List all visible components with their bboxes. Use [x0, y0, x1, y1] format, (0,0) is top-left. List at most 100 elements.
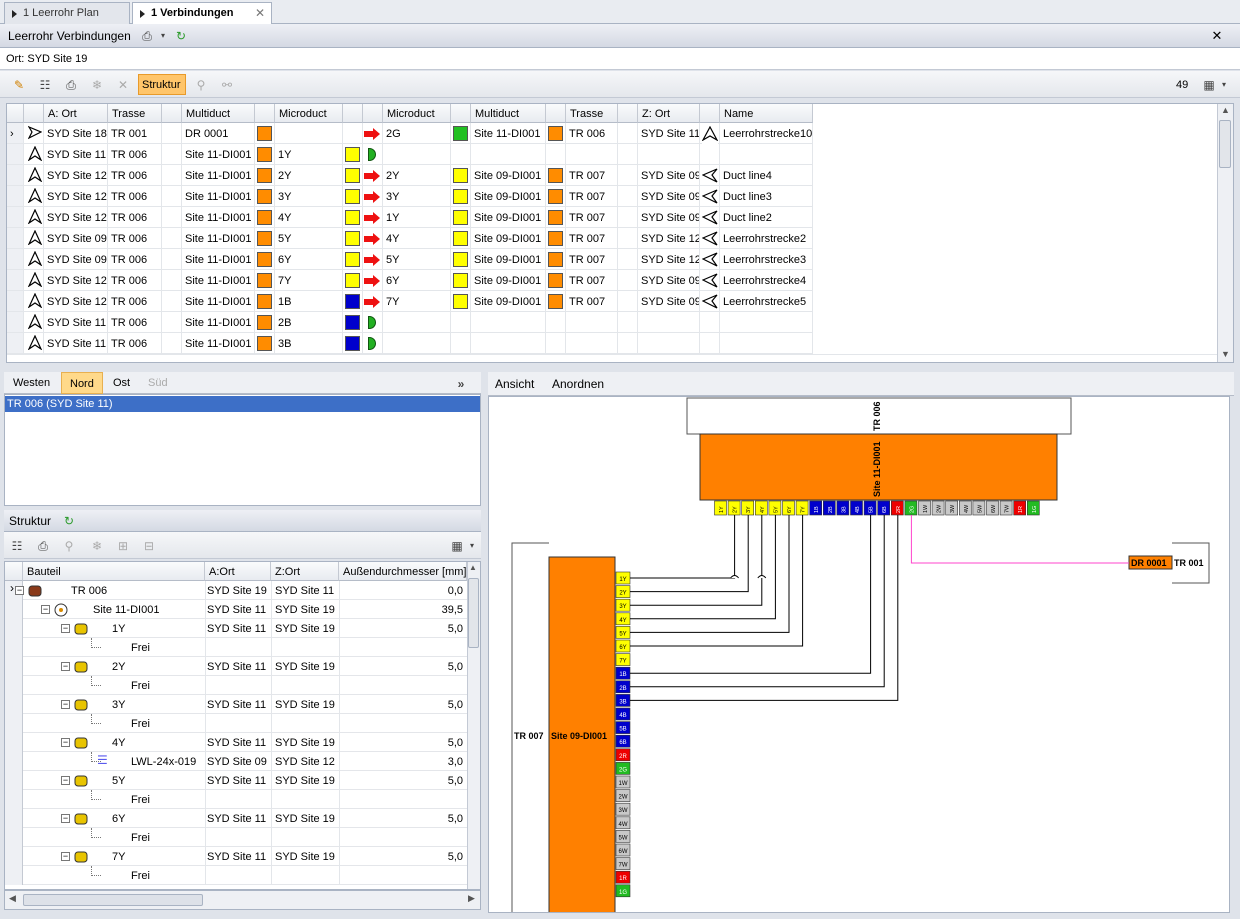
connect-icon[interactable]: ⚲	[62, 539, 76, 553]
scroll-right-icon[interactable]: ▶	[468, 893, 475, 904]
expand-icon[interactable]: ⊞	[116, 539, 130, 553]
column-header[interactable]: Trasse	[566, 104, 618, 123]
collapse-icon[interactable]: −	[61, 776, 70, 785]
row-selector[interactable]	[7, 333, 24, 354]
scroll-thumb[interactable]	[1219, 120, 1231, 168]
column-header[interactable]: Name	[720, 104, 813, 123]
row-selector[interactable]	[5, 714, 23, 733]
row-selector[interactable]	[5, 752, 23, 771]
row-selector[interactable]	[5, 733, 23, 752]
tree-row[interactable]: − 3Y SYD Site 11 SYD Site 19 5,0	[5, 695, 467, 714]
grid-layout-icon[interactable]: ▦	[450, 539, 464, 553]
tree-row[interactable]: Frei	[5, 866, 467, 885]
column-header[interactable]	[7, 104, 24, 123]
column-header[interactable]: Multiduct	[182, 104, 255, 123]
disconnect-icon[interactable]: ⚯	[220, 78, 234, 92]
printer-icon[interactable]: ⎙	[36, 539, 50, 553]
collapse-icon[interactable]: −	[15, 586, 24, 595]
chevron-down-icon[interactable]: ▾	[156, 29, 170, 43]
scroll-thumb[interactable]	[468, 578, 479, 648]
row-selector[interactable]	[7, 207, 24, 228]
scroll-up-icon[interactable]: ▲	[1221, 105, 1230, 115]
tree-row[interactable]: − 6Y SYD Site 11 SYD Site 19 5,0	[5, 809, 467, 828]
edit-icon[interactable]: ✎	[12, 78, 26, 92]
row-selector[interactable]	[5, 657, 23, 676]
grid-layout-icon[interactable]: ▦	[1202, 78, 1216, 92]
chevron-down-icon[interactable]: ▾	[1217, 78, 1231, 92]
table-row[interactable]: SYD Site 12 TR 006 Site 11-DI001 3Y 3Y Site 0…	[7, 186, 1217, 207]
row-selector[interactable]	[7, 144, 24, 165]
horizontal-splitter[interactable]	[0, 366, 1240, 371]
column-header[interactable]	[162, 104, 182, 123]
tree-row[interactable]: − 1Y SYD Site 11 SYD Site 19 5,0	[5, 619, 467, 638]
row-selector[interactable]	[5, 676, 23, 695]
collapse-icon[interactable]: −	[61, 662, 70, 671]
tree-row[interactable]: Frei	[5, 828, 467, 847]
column-header[interactable]: Microduct	[275, 104, 343, 123]
collapse-icon[interactable]: ⊟	[142, 539, 156, 553]
tab-sued[interactable]: Süd	[144, 372, 180, 394]
table-row[interactable]: SYD Site 12 TR 006 Site 11-DI001 7Y 6Y Site 0…	[7, 270, 1217, 291]
column-header[interactable]: Trasse	[108, 104, 162, 123]
column-header[interactable]	[255, 104, 275, 123]
column-header[interactable]: Z: Ort	[638, 104, 700, 123]
table-row[interactable]: SYD Site 11 TR 006 Site 11-DI001 2B	[7, 312, 1217, 333]
tab-westen[interactable]: Westen	[6, 372, 58, 394]
column-header[interactable]	[618, 104, 638, 123]
column-header[interactable]	[700, 104, 720, 123]
row-selector[interactable]	[5, 619, 23, 638]
column-header[interactable]: Außendurchmesser [mm]	[339, 562, 467, 581]
row-selector[interactable]	[5, 695, 23, 714]
tree-row[interactable]: ☰ LWL-24x-019 SYD Site 09 SYD Site 12 3,0	[5, 752, 467, 771]
column-header[interactable]	[5, 562, 23, 581]
chevron-right-icon[interactable]: »	[454, 377, 468, 391]
horizontal-scrollbar[interactable]: ◀ ▶	[4, 890, 481, 910]
collapse-icon[interactable]: −	[61, 700, 70, 709]
column-header[interactable]	[343, 104, 363, 123]
tree-row[interactable]: − 2Y SYD Site 11 SYD Site 19 5,0	[5, 657, 467, 676]
row-selector[interactable]	[5, 828, 23, 847]
column-header[interactable]	[363, 104, 383, 123]
column-header[interactable]	[24, 104, 44, 123]
tree-row[interactable]: Frei	[5, 638, 467, 657]
columns-icon[interactable]: ☷	[10, 539, 24, 553]
row-selector[interactable]	[7, 249, 24, 270]
scroll-down-icon[interactable]: ▼	[1221, 349, 1230, 359]
close-icon[interactable]: ✕	[255, 6, 265, 20]
tree-row[interactable]: − 4Y SYD Site 11 SYD Site 19 5,0	[5, 733, 467, 752]
table-row[interactable]: SYD Site 12 TR 006 Site 11-DI001 2Y 2Y Site 0…	[7, 165, 1217, 186]
row-selector[interactable]	[5, 866, 23, 885]
table-row[interactable]: › SYD Site 18 TR 001 DR 0001 2G Site 11-DI001…	[7, 123, 1217, 144]
snowflake-icon[interactable]: ❄	[90, 78, 104, 92]
chevron-down-icon[interactable]: ▾	[465, 539, 479, 553]
tree-row[interactable]: − Site 11-DI001 SYD Site 11 SYD Site 19 39,5	[5, 600, 467, 619]
menu-anordnen[interactable]: Anordnen	[552, 377, 604, 391]
menu-ansicht[interactable]: Ansicht	[495, 377, 534, 391]
scroll-up-icon[interactable]: ▲	[469, 563, 477, 572]
delete-icon[interactable]: ✕	[116, 78, 130, 92]
scroll-thumb[interactable]	[23, 894, 203, 906]
column-header[interactable]: Microduct	[383, 104, 451, 123]
row-selector[interactable]	[7, 186, 24, 207]
collapse-icon[interactable]: −	[61, 852, 70, 861]
column-header[interactable]: Z:Ort	[271, 562, 339, 581]
table-row[interactable]: SYD Site 11 TR 006 Site 11-DI001 1Y	[7, 144, 1217, 165]
row-selector[interactable]	[5, 638, 23, 657]
list-item[interactable]: TR 006 (SYD Site 11)	[5, 396, 480, 412]
scroll-left-icon[interactable]: ◀	[9, 893, 16, 904]
table-row[interactable]: SYD Site 12 TR 006 Site 11-DI001 4Y 1Y Site 0…	[7, 207, 1217, 228]
refresh-icon[interactable]: ↻	[174, 29, 188, 43]
tab-nord[interactable]: Nord	[61, 372, 103, 394]
connect-icon[interactable]: ⚲	[194, 78, 208, 92]
tree-row[interactable]: Frei	[5, 790, 467, 809]
collapse-icon[interactable]: −	[61, 624, 70, 633]
table-row[interactable]	[7, 354, 1217, 362]
close-icon[interactable]: ✕	[1210, 29, 1224, 43]
table-row[interactable]: SYD Site 09 TR 006 Site 11-DI001 5Y 4Y Site 0…	[7, 228, 1217, 249]
row-selector[interactable]	[7, 312, 24, 333]
row-selector[interactable]	[5, 790, 23, 809]
struktur-button[interactable]: Struktur	[138, 74, 186, 95]
columns-icon[interactable]: ☷	[38, 78, 52, 92]
collapse-icon[interactable]: −	[61, 738, 70, 747]
tree-row[interactable]: − 7Y SYD Site 11 SYD Site 19 5,0	[5, 847, 467, 866]
